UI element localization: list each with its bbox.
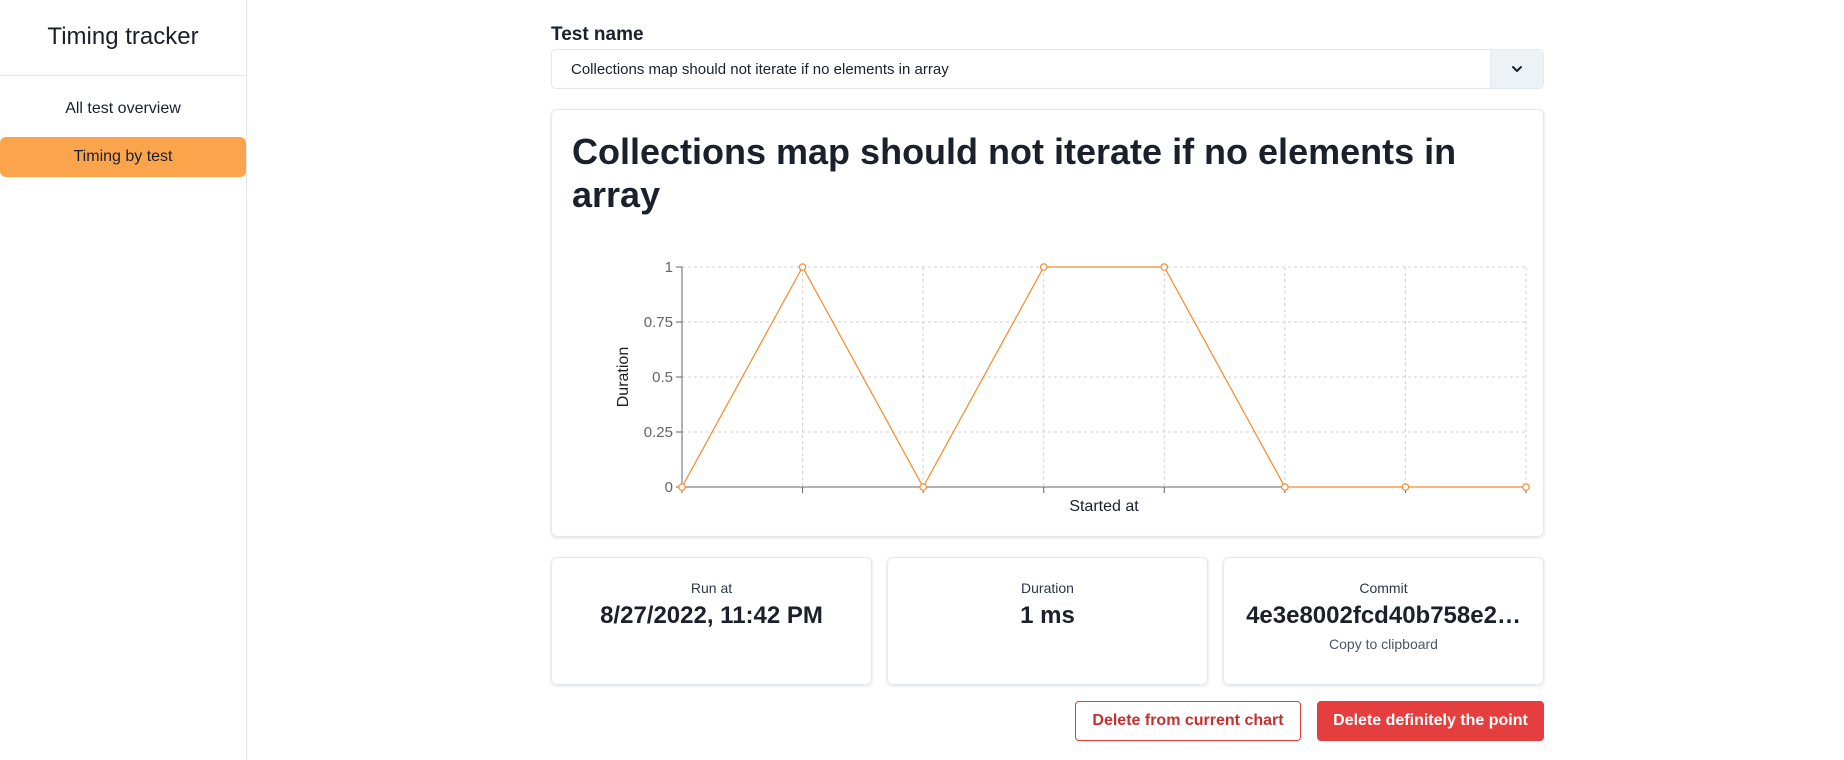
test-name-select[interactable]: Collections map should not iterate if no… — [551, 49, 1544, 89]
delete-point-button[interactable]: Delete definitely the point — [1317, 701, 1544, 741]
delete-from-chart-button[interactable]: Delete from current chart — [1075, 701, 1301, 741]
y-axis-label: Duration — [615, 347, 632, 407]
data-point[interactable] — [1160, 263, 1169, 271]
sidebar-item-all-test-overview[interactable]: All test overview — [0, 89, 246, 129]
data-point[interactable] — [1281, 483, 1289, 491]
test-name-select-value: Collections map should not iterate if no… — [571, 60, 949, 78]
chart-card: Collections map should not iterate if no… — [551, 109, 1544, 537]
y-tick-label: 0 — [665, 479, 673, 496]
data-point[interactable] — [1401, 483, 1410, 491]
sidebar-nav: All test overview Timing by test — [0, 76, 246, 177]
stat-duration-label: Duration — [1021, 580, 1074, 596]
stat-commit-label: Commit — [1359, 580, 1408, 596]
sidebar: Timing tracker All test overview Timing … — [0, 0, 247, 760]
stat-run-at-label: Run at — [690, 580, 733, 596]
stat-duration: Duration 1 ms — [887, 557, 1208, 685]
stat-commit: Commit 4e3e8002fcd40b758e2… Copy to clip… — [1223, 557, 1544, 685]
app-title: Timing tracker — [0, 0, 246, 76]
y-tick-label: 0.25 — [644, 424, 673, 441]
test-name-label: Test name — [551, 24, 644, 45]
x-axis-label: Started at — [1069, 498, 1139, 515]
data-point[interactable] — [798, 263, 807, 271]
stat-run-at-value: 8/27/2022, 11:42 PM — [600, 602, 823, 629]
stat-duration-value: 1 ms — [1020, 602, 1075, 629]
y-tick-label: 1 — [665, 259, 673, 276]
data-point[interactable] — [1522, 483, 1530, 491]
stat-run-at: Run at 8/27/2022, 11:42 PM — [551, 557, 872, 685]
data-point[interactable] — [678, 483, 686, 491]
y-tick-label: 0.75 — [644, 314, 673, 331]
sidebar-item-timing-by-test[interactable]: Timing by test — [0, 137, 246, 177]
copy-to-clipboard-link[interactable]: Copy to clipboard — [1224, 636, 1543, 652]
data-point[interactable] — [1039, 263, 1048, 271]
chevron-down-icon[interactable] — [1490, 50, 1543, 88]
duration-line-chart[interactable]: 0 0.25 0.5 0.75 1 Started at Duration — [552, 110, 1543, 536]
data-point[interactable] — [919, 483, 927, 491]
y-tick-label: 0.5 — [652, 369, 673, 386]
stat-commit-value: 4e3e8002fcd40b758e2… — [1246, 602, 1521, 629]
